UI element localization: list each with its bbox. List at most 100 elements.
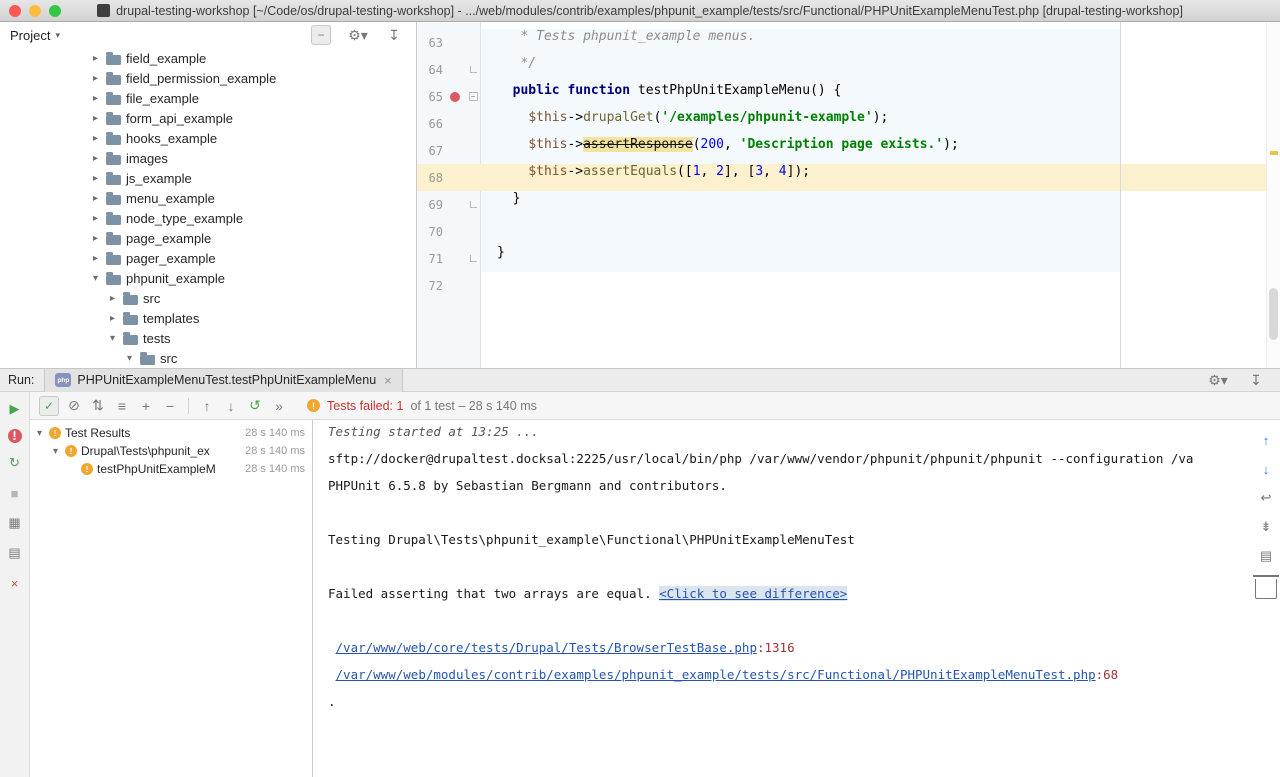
test-history-icon[interactable]: ↺ — [243, 395, 267, 417]
restore-layout-icon[interactable]: ▦ — [4, 513, 26, 533]
project-tree-item[interactable]: ▾phpunit_example — [0, 268, 416, 288]
show-ignored-icon[interactable]: ⊘ — [62, 395, 86, 417]
hide-window-icon[interactable]: ↧ — [1244, 369, 1268, 391]
toggle-auto-test-icon[interactable]: ↻ — [4, 453, 26, 473]
stop-icon[interactable]: ■ — [4, 483, 26, 503]
fold-end-icon[interactable] — [470, 201, 477, 208]
pin-tab-icon[interactable]: ▤ — [4, 543, 26, 563]
code-line[interactable]: $this->assertResponse(200, 'Description … — [481, 137, 1266, 164]
chevron-right-icon[interactable]: ▸ — [90, 173, 101, 184]
minimize-window-button[interactable] — [29, 5, 41, 17]
code-line[interactable]: * Tests phpunit_example menus. — [481, 29, 1266, 56]
collapse-all-icon[interactable]: − — [311, 25, 331, 45]
code-line[interactable]: */ — [481, 56, 1266, 83]
rerun-test-icon[interactable]: ▶ — [4, 399, 26, 419]
console-line: . — [328, 694, 1252, 721]
folder-icon — [106, 155, 121, 165]
project-tree-item[interactable]: ▸hooks_example — [0, 128, 416, 148]
project-tree-item[interactable]: ▸field_permission_example — [0, 68, 416, 88]
scroll-to-end-icon[interactable]: ⇟ — [1255, 517, 1277, 537]
code-line[interactable]: $this->assertEquals([1, 2], [3, 4]); — [481, 164, 1266, 191]
chevron-right-icon[interactable]: ▸ — [90, 213, 101, 224]
chevron-right-icon[interactable]: ▸ — [90, 153, 101, 164]
project-tree-item[interactable]: ▾src — [0, 348, 416, 368]
chevron-right-icon[interactable]: ▸ — [90, 193, 101, 204]
chevron-right-icon[interactable]: ▸ — [90, 53, 101, 64]
editor-scrollbar[interactable] — [1266, 22, 1280, 368]
chevron-down-icon[interactable]: ▾ — [107, 333, 118, 344]
next-failed-test-icon[interactable]: ↓ — [219, 395, 243, 417]
code-line[interactable] — [481, 218, 1266, 245]
settings-gear-icon[interactable]: ⚙▾ — [1206, 369, 1230, 391]
expand-all-icon[interactable]: + — [134, 395, 158, 417]
editor-gutter: 636465−66676869707172 — [417, 29, 481, 299]
chevron-right-icon[interactable]: ▸ — [90, 233, 101, 244]
scrollbar-thumb[interactable] — [1269, 288, 1278, 340]
project-tree-item[interactable]: ▸ menu_example — [0, 188, 416, 208]
tests-failed-icon: ! — [307, 399, 320, 412]
project-tree-item[interactable]: ▸src — [0, 288, 416, 308]
separator — [188, 398, 189, 414]
editor[interactable]: 636465−66676869707172 * Tests phpunit_ex… — [417, 22, 1280, 368]
clear-console-icon[interactable] — [1255, 579, 1277, 599]
code-line[interactable]: $this->drupalGet('/examples/phpunit-exam… — [481, 110, 1266, 137]
collapse-all-icon[interactable]: − — [158, 395, 182, 417]
settings-gear-icon[interactable]: ⚙▾ — [346, 24, 370, 46]
test-tree-item[interactable]: !testPhpUnitExampleM28 s 140 ms — [30, 460, 312, 478]
chevron-down-icon[interactable]: ▾ — [34, 428, 45, 439]
close-window-button[interactable] — [9, 5, 21, 17]
project-tree-item[interactable]: ▸page_example — [0, 228, 416, 248]
sort-alphabetically-icon[interactable]: ≡ — [110, 395, 134, 417]
fold-end-icon[interactable] — [470, 255, 477, 262]
fold-collapse-icon[interactable]: − — [469, 92, 478, 101]
fold-end-icon[interactable] — [470, 66, 477, 73]
failed-test-gutter-icon[interactable] — [450, 92, 460, 102]
project-tree-item[interactable]: ▸js_example — [0, 168, 416, 188]
test-tree-item[interactable]: ▾!Test Results28 s 140 ms — [30, 424, 312, 442]
test-tree-item[interactable]: ▾!Drupal\Tests\phpunit_ex28 s 140 ms — [30, 442, 312, 460]
rerun-failed-tests-icon[interactable]: ! — [8, 429, 22, 443]
close-icon[interactable]: × — [4, 573, 26, 593]
folder-name: menu_example — [126, 191, 215, 206]
project-tree-item[interactable]: ▸pager_example — [0, 248, 416, 268]
zoom-window-button[interactable] — [49, 5, 61, 17]
project-tree-item[interactable]: ▾tests — [0, 328, 416, 348]
editor-code[interactable]: * Tests phpunit_example menus. */ public… — [481, 29, 1266, 299]
chevron-down-icon[interactable]: ▾ — [124, 353, 135, 364]
run-tab[interactable]: php PHPUnitExampleMenuTest.testPhpUnitEx… — [44, 369, 402, 392]
more-actions-icon[interactable]: » — [267, 395, 291, 417]
chevron-right-icon[interactable]: ▸ — [107, 313, 118, 324]
chevron-down-icon[interactable]: ▾ — [50, 446, 61, 457]
code-line[interactable]: } — [481, 191, 1266, 218]
soft-wrap-icon[interactable]: ↩ — [1255, 488, 1277, 508]
chevron-right-icon[interactable]: ▸ — [90, 253, 101, 264]
hide-panel-icon[interactable]: ↧ — [382, 24, 406, 46]
print-icon[interactable]: ▤ — [1255, 546, 1277, 566]
close-tab-icon[interactable]: × — [384, 373, 392, 388]
next-stack-frame-icon[interactable]: ↓ — [1255, 459, 1277, 479]
sort-by-duration-icon[interactable]: ⇅ — [86, 395, 110, 417]
code-line[interactable]: public function testPhpUnitExampleMenu()… — [481, 83, 1266, 110]
console-link[interactable]: <Click to see difference> — [659, 586, 847, 601]
chevron-down-icon[interactable]: ▾ — [90, 273, 101, 284]
console-link[interactable]: /var/www/web/core/tests/Drupal/Tests/Bro… — [336, 640, 757, 655]
project-tree-item[interactable]: ▸file_example — [0, 88, 416, 108]
project-tree-item[interactable]: ▸node_type_example — [0, 208, 416, 228]
project-tree-item[interactable]: ▸form_api_example — [0, 108, 416, 128]
chevron-right-icon[interactable]: ▸ — [90, 73, 101, 84]
project-tree-item[interactable]: ▸images — [0, 148, 416, 168]
chevron-right-icon[interactable]: ▸ — [107, 293, 118, 304]
console-link[interactable]: /var/www/web/modules/contrib/examples/ph… — [336, 667, 1096, 682]
prev-stack-frame-icon[interactable]: ↑ — [1255, 430, 1277, 450]
warning-stripe-mark[interactable] — [1270, 151, 1278, 155]
code-line[interactable] — [481, 272, 1266, 299]
chevron-right-icon[interactable]: ▸ — [90, 113, 101, 124]
code-line[interactable]: } — [481, 245, 1266, 272]
previous-failed-test-icon[interactable]: ↑ — [195, 395, 219, 417]
show-passed-icon[interactable]: ✓ — [39, 396, 59, 416]
chevron-right-icon[interactable]: ▸ — [90, 133, 101, 144]
project-tree-item[interactable]: ▸field_example — [0, 48, 416, 68]
chevron-right-icon[interactable]: ▸ — [90, 93, 101, 104]
project-view-selector[interactable]: Project ▾ — [10, 28, 60, 43]
project-tree-item[interactable]: ▸templates — [0, 308, 416, 328]
